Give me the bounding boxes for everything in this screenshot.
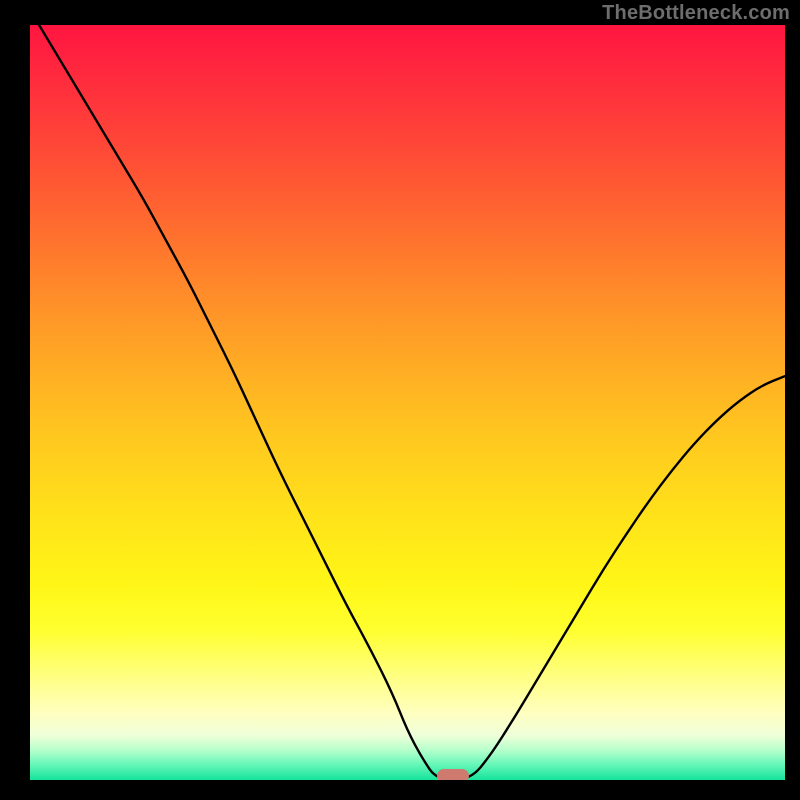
bottleneck-curve <box>30 25 785 780</box>
optimal-marker <box>437 769 469 781</box>
watermark-text: TheBottleneck.com <box>602 2 790 25</box>
plot-area <box>30 25 785 781</box>
chart-container: TheBottleneck.com <box>0 0 800 800</box>
